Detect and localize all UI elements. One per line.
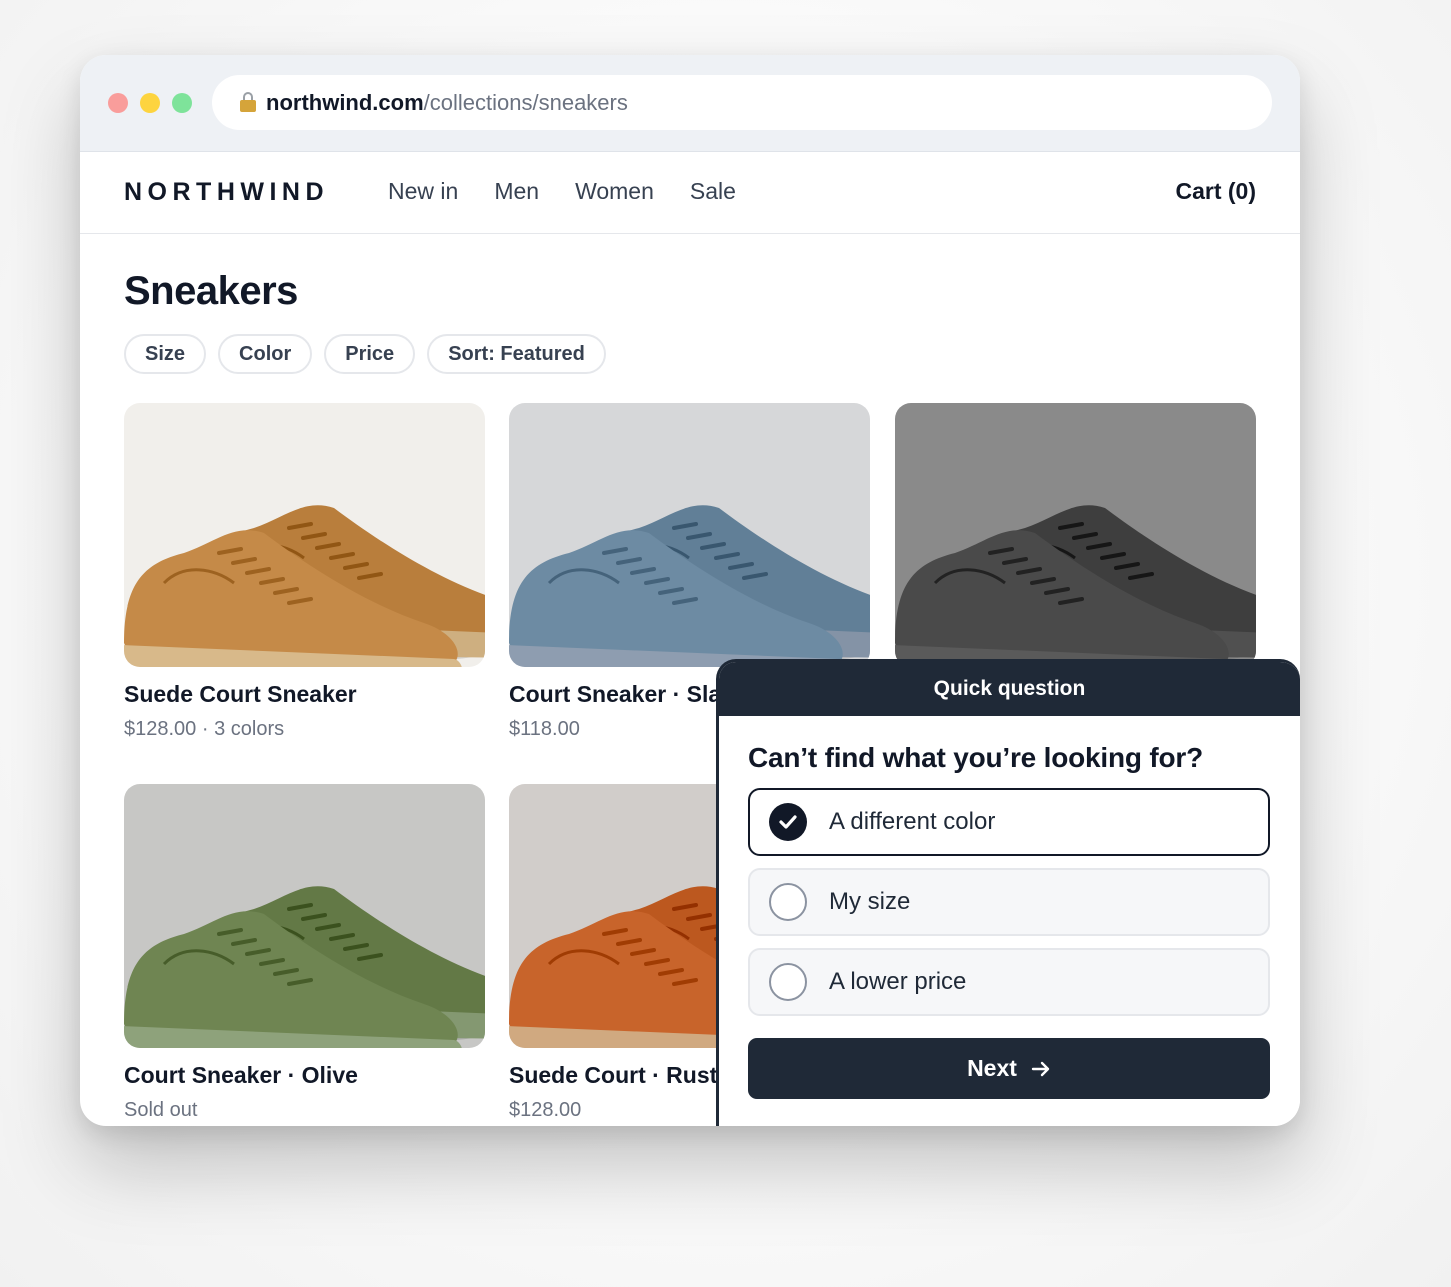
option-label: A different color <box>829 808 996 835</box>
product-price: $128.00 · 3 colors <box>124 718 285 740</box>
close-window-button[interactable] <box>108 93 128 113</box>
radio-checked-icon[interactable] <box>769 803 807 841</box>
browser-window: northwind.com/collections/sneakers NORTH… <box>80 55 1300 1126</box>
nav-men[interactable]: Men <box>494 178 539 205</box>
url-path: /collections/sneakers <box>423 89 628 115</box>
sneaker-illustration <box>509 505 870 667</box>
next-label: Next <box>967 1055 1017 1081</box>
address-bar[interactable]: northwind.com/collections/sneakers <box>212 75 1272 130</box>
sneaker-illustration <box>124 886 485 1048</box>
product-image[interactable] <box>509 403 870 667</box>
product-card[interactable]: Court Sneaker · Olive Sold out <box>124 784 485 1122</box>
product-name[interactable]: Court Sneaker · Olive <box>124 1062 485 1089</box>
sort-dropdown[interactable]: Sort: Featured <box>427 334 606 374</box>
product-image[interactable] <box>895 403 1256 667</box>
option-lower-price[interactable]: A lower price <box>748 948 1270 1016</box>
popup-header: Quick question <box>719 662 1300 716</box>
url-domain: northwind.com <box>266 89 424 115</box>
arrow-right-icon <box>1031 1061 1050 1076</box>
nav-new-in[interactable]: New in <box>388 178 458 205</box>
product-card[interactable] <box>895 403 1256 681</box>
maximize-window-button[interactable] <box>172 93 192 113</box>
minimize-window-button[interactable] <box>140 93 160 113</box>
sneaker-illustration <box>124 505 485 667</box>
main-nav: New in Men Women Sale <box>388 178 736 205</box>
page-title: Sneakers <box>124 269 298 313</box>
sneaker-illustration <box>895 505 1256 667</box>
popup-question: Can’t find what you’re looking for? <box>748 742 1203 773</box>
nav-sale[interactable]: Sale <box>690 178 736 205</box>
radio-icon[interactable] <box>769 963 807 1001</box>
product-image[interactable] <box>124 784 485 1048</box>
cart-link[interactable]: Cart (0) <box>1175 178 1256 205</box>
filter-color[interactable]: Color <box>218 334 313 374</box>
option-label: My size <box>829 888 911 915</box>
option-different-color[interactable]: A different color <box>748 788 1270 856</box>
site-header: NORTHWIND New in Men Women Sale Cart (0) <box>80 152 1300 234</box>
filter-price[interactable]: Price <box>324 334 416 374</box>
browser-toolbar: northwind.com/collections/sneakers <box>80 55 1300 152</box>
option-my-size[interactable]: My size <box>748 868 1270 936</box>
product-card[interactable]: Suede Court Sneaker $128.00 · 3 colors <box>124 403 485 741</box>
radio-icon[interactable] <box>769 883 807 921</box>
lock-icon <box>240 91 256 112</box>
product-image[interactable] <box>124 403 485 667</box>
filter-bar: Size Color Price Sort: Featured <box>124 334 606 374</box>
product-price: Sold out <box>124 1099 198 1121</box>
nav-women[interactable]: Women <box>575 178 654 205</box>
next-button[interactable]: Next <box>748 1038 1270 1099</box>
option-label: A lower price <box>829 968 967 995</box>
site-logo[interactable]: NORTHWIND <box>124 178 329 207</box>
product-name[interactable]: Suede Court Sneaker <box>124 681 485 708</box>
filter-size[interactable]: Size <box>124 334 207 374</box>
survey-popup: Quick question Can’t find what you’re lo… <box>716 659 1300 1126</box>
